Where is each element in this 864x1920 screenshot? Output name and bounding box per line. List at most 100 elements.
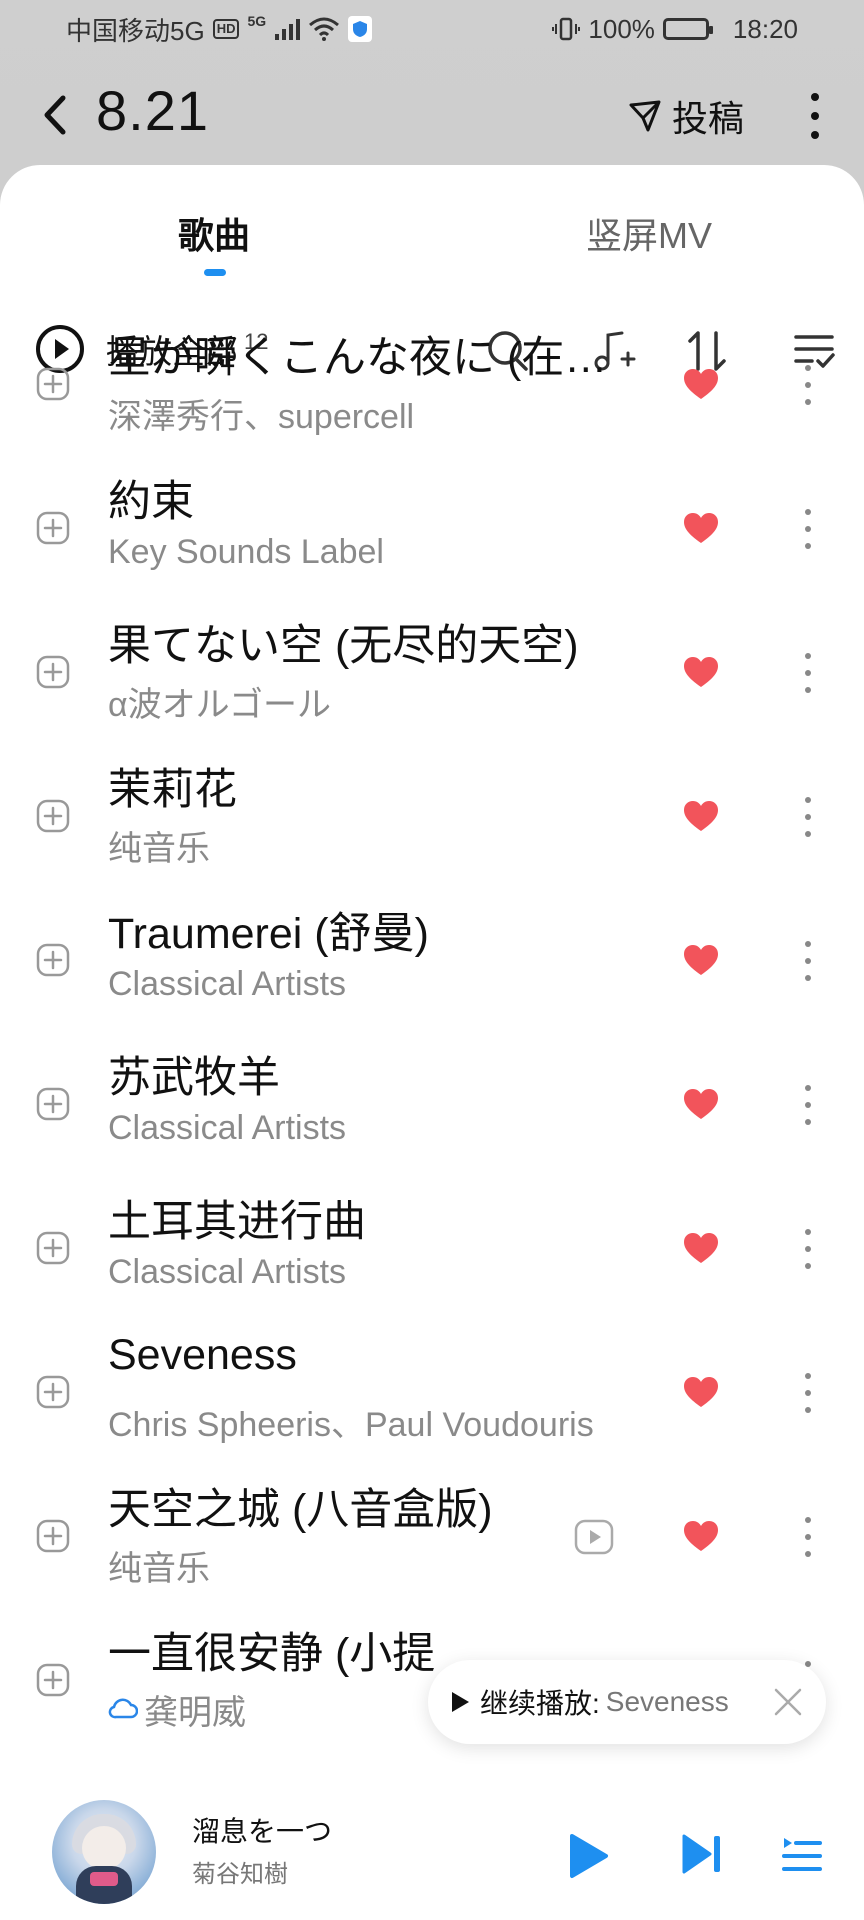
heart-icon[interactable] <box>682 799 720 833</box>
heart-icon[interactable] <box>682 1519 720 1553</box>
content-sheet: 歌曲 竖屏MV 播放全部 12 星が瞬くこんな夜に (在… 深澤秀行、super… <box>0 165 864 1920</box>
song-row[interactable]: 苏武牧羊 Classical Artists <box>0 1037 864 1181</box>
more-dot-icon <box>805 1119 811 1125</box>
song-more-button[interactable] <box>800 797 816 837</box>
more-dot-icon <box>805 687 811 693</box>
close-icon[interactable] <box>772 1686 804 1718</box>
song-more-button[interactable] <box>800 1085 816 1125</box>
song-artist: 纯音乐 <box>108 830 210 868</box>
more-dot-icon <box>805 975 811 981</box>
status-right: 100% 18:20 <box>552 14 798 45</box>
battery-percent: 100% <box>588 13 655 44</box>
submit-button[interactable]: 投稿 <box>628 90 744 142</box>
heart-icon[interactable] <box>682 1087 720 1121</box>
song-row[interactable]: 土耳其进行曲 Classical Artists <box>0 1181 864 1325</box>
song-row[interactable]: 果てない空 (无尽的天空) α波オルゴール <box>0 605 864 749</box>
more-dot-icon <box>805 399 811 405</box>
status-bar: 中国移动5G HD 5G 100% 18:20 <box>0 0 864 58</box>
add-to-playlist-icon[interactable] <box>36 655 70 689</box>
more-dot-icon <box>805 1390 811 1396</box>
hd-badge: HD <box>212 19 240 39</box>
heart-icon[interactable] <box>682 367 720 401</box>
song-artist: Classical Artists <box>108 965 347 1003</box>
submit-label: 投稿 <box>671 98 744 139</box>
resume-playback-toast[interactable]: 继续播放: Seveness <box>428 1660 826 1744</box>
more-dot-icon <box>805 1517 811 1523</box>
more-dot-icon <box>805 958 811 964</box>
header-bar: 8.21 投稿 <box>0 70 864 160</box>
more-dot-icon <box>805 1085 811 1091</box>
more-dot-icon <box>805 670 811 676</box>
more-dot-icon <box>805 509 811 515</box>
add-to-playlist-icon[interactable] <box>36 511 70 545</box>
more-dot-icon <box>805 365 811 371</box>
tab-indicator <box>204 269 226 276</box>
song-artist: Classical Artists <box>108 1109 347 1147</box>
add-to-playlist-icon[interactable] <box>36 1087 70 1121</box>
song-title: 天空之城 (八音盒版) <box>108 1486 493 1534</box>
song-more-button[interactable] <box>800 653 816 693</box>
next-track-icon[interactable] <box>680 1832 724 1876</box>
more-dot-icon <box>805 814 811 820</box>
more-options-button[interactable] <box>800 88 830 144</box>
add-to-playlist-icon[interactable] <box>36 1663 70 1697</box>
song-row[interactable]: Traumerei (舒曼) Classical Artists <box>0 893 864 1037</box>
more-dot-icon <box>811 111 819 120</box>
mv-play-icon[interactable] <box>574 1519 614 1555</box>
heart-icon[interactable] <box>682 655 720 689</box>
add-to-playlist-icon[interactable] <box>36 1375 70 1409</box>
song-more-button[interactable] <box>800 365 816 405</box>
vibrate-icon <box>552 17 581 41</box>
add-to-playlist-icon[interactable] <box>36 367 70 401</box>
song-more-button[interactable] <box>800 941 816 981</box>
playlist-queue-icon[interactable] <box>780 1832 824 1876</box>
play-icon <box>452 1692 469 1712</box>
song-artist: Key Sounds Label <box>108 533 384 571</box>
tab-songs[interactable]: 歌曲 <box>178 207 250 259</box>
mini-player[interactable]: 溜息を一つ 菊谷知樹 <box>0 1790 864 1920</box>
song-title: 茉莉花 <box>108 766 237 814</box>
now-playing-title: 溜息を一つ <box>192 1816 333 1847</box>
song-title: 一直很安静 (小提 <box>108 1630 436 1678</box>
song-row[interactable]: 約束 Key Sounds Label <box>0 461 864 605</box>
song-artist: 深澤秀行、supercell <box>108 398 415 436</box>
more-dot-icon <box>811 93 819 102</box>
add-to-playlist-icon[interactable] <box>36 943 70 977</box>
song-artist: 龚明威 <box>144 1694 246 1732</box>
signal-icon: 5G <box>247 13 267 29</box>
play-icon[interactable] <box>566 1832 610 1880</box>
add-to-playlist-icon[interactable] <box>36 799 70 833</box>
album-art[interactable] <box>52 1800 156 1904</box>
more-dot-icon <box>805 1263 811 1269</box>
add-to-playlist-icon[interactable] <box>36 1519 70 1553</box>
song-more-button[interactable] <box>800 509 816 549</box>
more-dot-icon <box>811 130 819 139</box>
more-dot-icon <box>805 941 811 947</box>
tab-bar: 歌曲 竖屏MV <box>0 165 864 285</box>
song-title: 苏武牧羊 <box>108 1054 280 1102</box>
heart-icon[interactable] <box>682 943 720 977</box>
song-more-button[interactable] <box>800 1517 816 1557</box>
song-title: 果てない空 (无尽的天空) <box>108 622 579 670</box>
heart-icon[interactable] <box>682 1231 720 1265</box>
heart-icon[interactable] <box>682 1375 720 1409</box>
song-artist: α波オルゴール <box>108 686 331 724</box>
song-more-button[interactable] <box>800 1373 816 1413</box>
song-row[interactable]: 天空之城 (八音盒版) 纯音乐 <box>0 1469 864 1613</box>
wifi-icon <box>309 17 340 41</box>
back-button[interactable] <box>30 90 80 140</box>
song-more-button[interactable] <box>800 1229 816 1269</box>
more-dot-icon <box>805 1246 811 1252</box>
song-row[interactable]: Seveness Chris Spheeris、Paul Voudouris <box>0 1325 864 1469</box>
song-row[interactable]: 星が瞬くこんな夜に (在… 深澤秀行、supercell <box>0 317 864 461</box>
tab-vertical-mv[interactable]: 竖屏MV <box>586 207 712 259</box>
add-to-playlist-icon[interactable] <box>36 1231 70 1265</box>
more-dot-icon <box>805 831 811 837</box>
heart-icon[interactable] <box>682 511 720 545</box>
resume-song: Seveness <box>605 1686 729 1717</box>
more-dot-icon <box>805 1407 811 1413</box>
song-artist: Classical Artists <box>108 1253 347 1291</box>
song-row[interactable]: 茉莉花 纯音乐 <box>0 749 864 893</box>
now-playing-artist: 菊谷知樹 <box>192 1861 288 1888</box>
battery-icon <box>662 18 713 40</box>
